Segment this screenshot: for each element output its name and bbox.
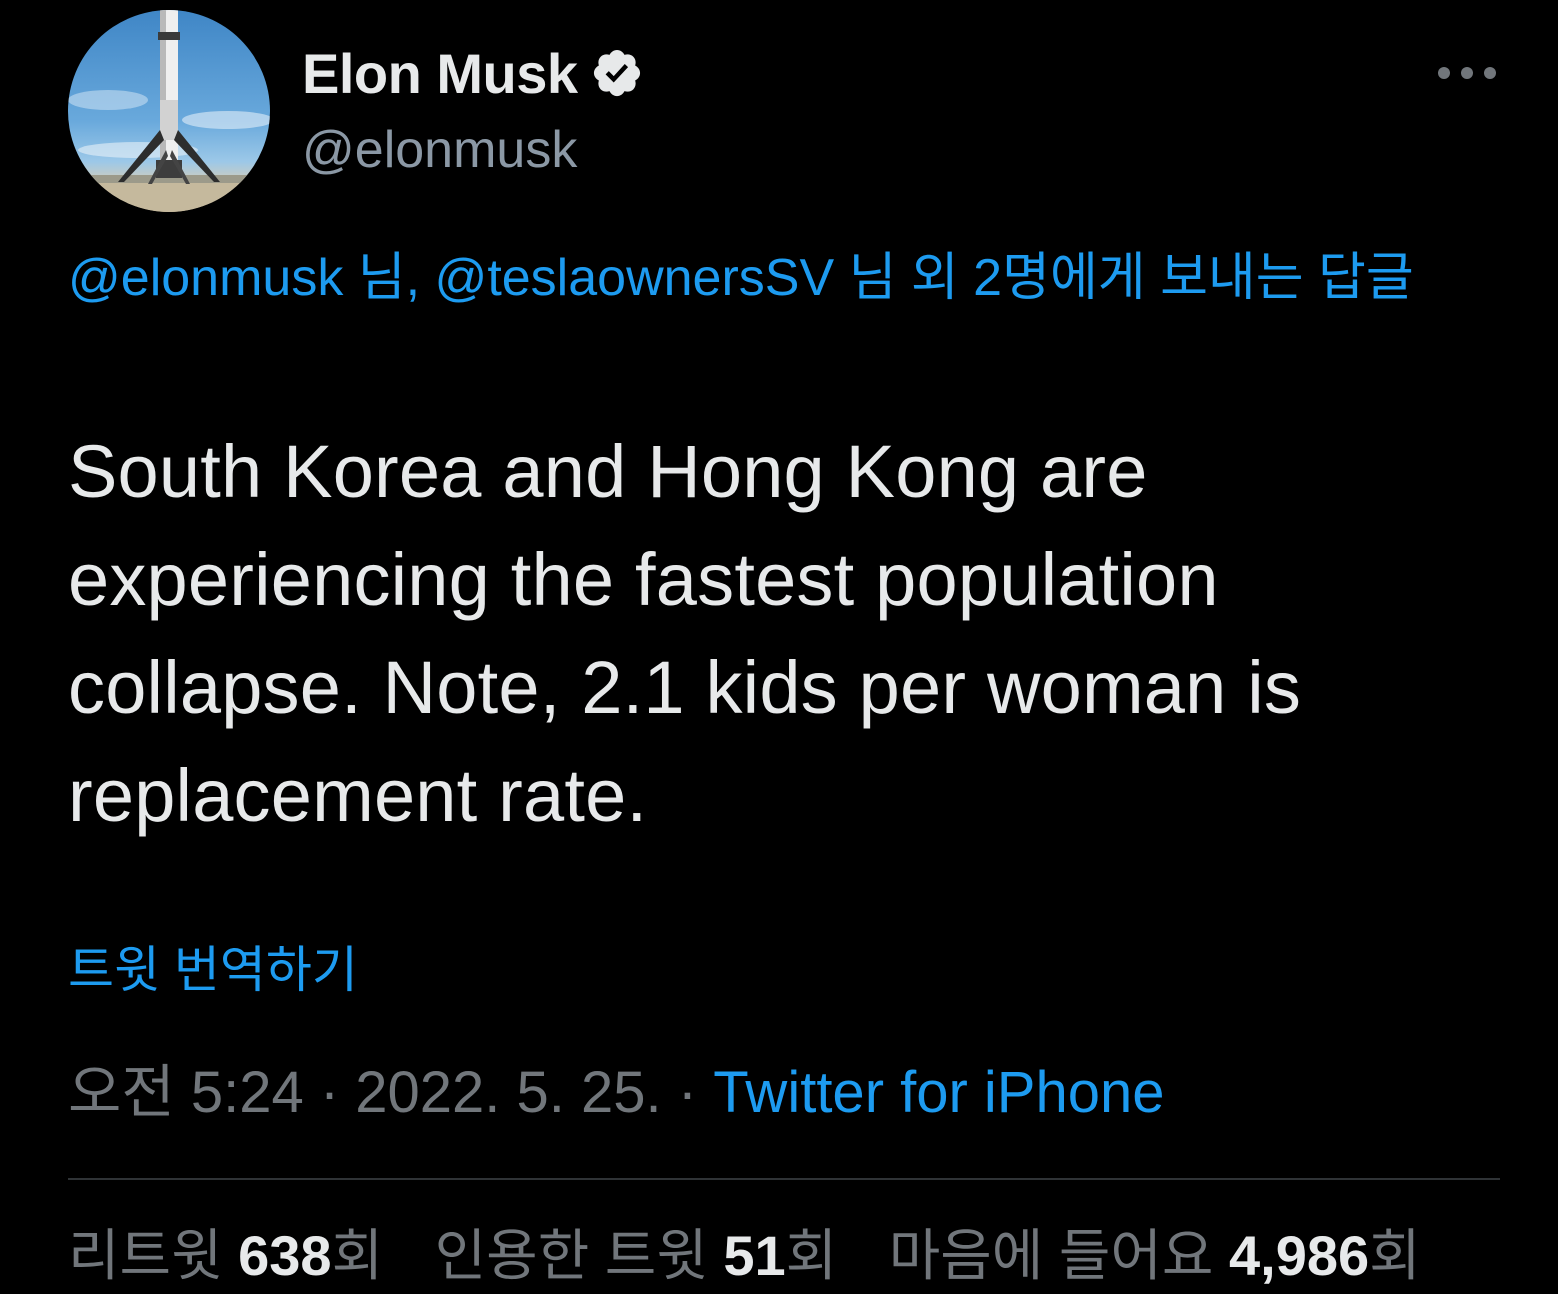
- reply-context: @elonmusk 님, @teslaownersSV 님 외 2명에게 보내는…: [68, 236, 1498, 320]
- meta-separator: ·: [303, 1060, 356, 1125]
- retweets-unit: 회: [331, 1224, 384, 1287]
- translate-tweet-link[interactable]: 트윗 번역하기: [68, 935, 358, 1005]
- likes-stat[interactable]: 마음에 들어요 4,986회: [889, 1224, 1421, 1287]
- more-dot: [1461, 67, 1473, 79]
- quotes-label: 인용한 트윗: [434, 1224, 724, 1287]
- likes-label: 마음에 들어요: [888, 1224, 1230, 1287]
- tweet-detail: Elon Musk @elonmusk @elonmusk 님, @teslao…: [0, 0, 1558, 1294]
- quotes-count: 51: [723, 1224, 786, 1287]
- likes-count: 4,986: [1229, 1224, 1370, 1287]
- tweet-time[interactable]: 오전 5:24: [68, 1060, 304, 1125]
- meta-separator: ·: [661, 1060, 714, 1125]
- more-options-icon[interactable]: [1438, 58, 1496, 88]
- tweet-source-link[interactable]: Twitter for iPhone: [713, 1060, 1164, 1125]
- author-handle[interactable]: @elonmusk: [302, 120, 644, 180]
- retweets-stat[interactable]: 리트윗 638회: [68, 1224, 383, 1287]
- reply-separator: 님,: [343, 249, 435, 307]
- tweet-header: Elon Musk @elonmusk: [302, 40, 644, 190]
- retweets-count: 638: [238, 1224, 332, 1287]
- more-dot: [1438, 67, 1450, 79]
- rocket-booster-image: [68, 10, 270, 212]
- more-dot: [1484, 67, 1496, 79]
- retweets-label: 리트윗: [68, 1224, 239, 1287]
- reply-user-link-elonmusk[interactable]: @elonmusk: [68, 249, 343, 307]
- avatar[interactable]: [68, 10, 270, 212]
- likes-unit: 회: [1369, 1224, 1421, 1287]
- reply-user-link-teslaownerssv[interactable]: @teslaownersSV: [435, 249, 835, 307]
- tweet-date[interactable]: 2022. 5. 25.: [355, 1060, 661, 1125]
- quotes-stat[interactable]: 인용한 트윗 51회: [435, 1224, 838, 1287]
- divider: [68, 1178, 1500, 1180]
- quotes-unit: 회: [785, 1224, 838, 1287]
- author-display-name[interactable]: Elon Musk: [302, 41, 578, 106]
- verified-badge-icon: [590, 46, 644, 100]
- reply-context-suffix[interactable]: 님 외 2명에게 보내는 답글: [834, 249, 1414, 307]
- engagement-stats: 리트윗 638회 인용한 트윗 51회 마음에 들어요 4,986회: [68, 1218, 1457, 1294]
- tweet-text: South Korea and Hong Kong are experienci…: [68, 430, 1302, 837]
- tweet-metadata: 오전 5:24 · 2022. 5. 25. · Twitter for iPh…: [68, 1055, 1165, 1131]
